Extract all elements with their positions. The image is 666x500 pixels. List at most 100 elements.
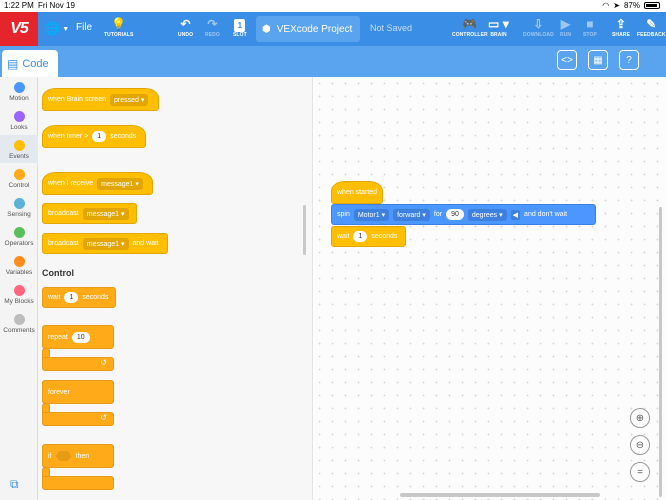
block-wait[interactable]: wait 1 seconds — [42, 287, 116, 308]
block-broadcast-and-wait[interactable]: broadcast message1 and wait — [42, 233, 168, 254]
code-brackets-icon: <> — [561, 54, 573, 66]
category-looks[interactable]: Looks — [0, 111, 38, 131]
category-comments[interactable]: Comments — [0, 314, 38, 334]
control-section-title: Control — [42, 268, 74, 278]
device-info-button[interactable]: ▦ — [588, 50, 608, 70]
download-label: DOWNLOAD — [523, 32, 554, 38]
category-dot-icon — [13, 169, 25, 180]
run-button[interactable]: ▶ RUN — [560, 16, 571, 38]
zoom-reset-button[interactable]: = — [630, 462, 650, 482]
help-button[interactable]: ? — [619, 50, 639, 70]
zoom-out-button[interactable]: ⊖ — [630, 435, 650, 455]
workspace-scrollbar-horizontal[interactable] — [400, 493, 600, 497]
palette-scrollbar[interactable] — [303, 205, 306, 255]
slot-button[interactable]: 1 SLOT — [233, 16, 247, 38]
category-variables[interactable]: Variables — [0, 256, 38, 276]
file-menu[interactable]: File — [76, 22, 92, 33]
tab-code[interactable]: ▤ Code — [2, 50, 58, 77]
block-text: and wait — [132, 240, 159, 247]
category-label: Comments — [3, 327, 35, 334]
message-dropdown[interactable]: message1 — [82, 207, 129, 220]
share-button[interactable]: ⇪ SHARE — [612, 16, 630, 38]
slot-label: SLOT — [233, 32, 247, 38]
category-dot-icon — [13, 82, 25, 93]
unit-dropdown[interactable]: degrees — [467, 208, 507, 221]
category-dot-icon — [13, 111, 25, 122]
wifi-icon: ◠ — [602, 1, 610, 10]
redo-button[interactable]: ↷ REDO — [205, 16, 220, 38]
code-workspace[interactable]: ⊕ ⊖ = — [313, 77, 666, 500]
code-viewer-button[interactable]: <> — [557, 50, 577, 70]
category-sidebar: Motion Looks Events Control Sensing Oper… — [0, 77, 38, 500]
workspace-scrollbar-vertical[interactable] — [659, 207, 662, 497]
battery-percent: 87% — [623, 1, 640, 10]
block-text: for — [433, 211, 443, 218]
block-if-then[interactable]: if then — [42, 444, 114, 468]
block-when-started[interactable]: when started — [331, 181, 383, 204]
message-dropdown[interactable]: message1 — [97, 177, 143, 190]
wait-value-input[interactable]: 1 — [353, 231, 368, 242]
vex-logo: V5 — [0, 12, 38, 46]
repeat-value-input[interactable]: 10 — [71, 331, 90, 343]
category-motion[interactable]: Motion — [0, 82, 38, 102]
redo-icon: ↷ — [207, 17, 218, 31]
status-date: Fri Nov 19 — [38, 1, 75, 10]
category-dot-icon — [13, 256, 25, 267]
stop-label: STOP — [583, 32, 597, 38]
loop-arrow-icon: ↺ — [100, 358, 107, 367]
feedback-button[interactable]: ✎ FEEDBACK — [637, 16, 666, 38]
category-events[interactable]: Events — [0, 135, 38, 163]
zoom-in-button[interactable]: ⊕ — [630, 408, 650, 428]
category-dot-icon — [13, 314, 25, 325]
share-icon: ⇪ — [615, 17, 627, 31]
editor-subbar: ▤ Code <> ▦ ? — [0, 46, 666, 77]
condition-slot[interactable] — [55, 451, 72, 461]
category-dot-icon — [13, 227, 25, 238]
zoom-in-icon: ⊕ — [635, 412, 645, 424]
block-when-brain-screen[interactable]: when Brain screen pressed — [42, 88, 159, 111]
wait-value-input[interactable]: 1 — [64, 292, 79, 303]
wait-toggle-icon[interactable]: ◀ — [510, 209, 521, 220]
run-label: RUN — [560, 32, 572, 38]
timer-value-input[interactable]: 1 — [92, 131, 107, 142]
motor-dropdown[interactable]: Motor1 — [353, 208, 390, 221]
category-sensing[interactable]: Sensing — [0, 198, 38, 218]
brain-button[interactable]: ▭ ▾ BRAIN — [488, 16, 509, 38]
extensions-button[interactable]: ⧉ — [10, 477, 19, 492]
help-icon: ? — [626, 54, 632, 66]
block-text: when started — [337, 189, 378, 196]
download-button[interactable]: ⇩ DOWNLOAD — [523, 16, 554, 38]
pressed-dropdown[interactable]: pressed — [109, 93, 149, 106]
stop-button[interactable]: ■ STOP — [583, 16, 597, 38]
block-repeat[interactable]: repeat 10 — [42, 325, 114, 349]
language-button[interactable]: 🌐 ▼ — [44, 20, 69, 38]
block-when-timer[interactable]: when timer > 1 seconds — [42, 125, 146, 148]
undo-button[interactable]: ↶ UNDO — [178, 16, 193, 38]
block-forever[interactable]: forever — [42, 380, 114, 404]
brain-icon: ▭ ▾ — [488, 17, 509, 31]
amount-input[interactable]: 90 — [446, 209, 464, 220]
direction-dropdown[interactable]: forward — [393, 208, 430, 221]
tutorials-button[interactable]: 💡 TUTORIALS — [104, 16, 133, 38]
block-broadcast[interactable]: broadcast message1 — [42, 203, 137, 224]
block-wait-seconds[interactable]: wait 1 seconds — [331, 226, 406, 247]
block-text: when I receive — [48, 180, 94, 187]
category-dot-icon — [13, 198, 25, 209]
category-control[interactable]: Control — [0, 169, 38, 189]
category-label: My Blocks — [4, 298, 34, 305]
block-when-i-receive[interactable]: when I receive message1 — [42, 172, 153, 195]
save-status: Not Saved — [370, 23, 413, 33]
controller-icon: 🎮 — [462, 17, 478, 31]
category-operators[interactable]: Operators — [0, 227, 38, 247]
status-right: ◠ ➤ 87% — [602, 1, 660, 10]
category-my-blocks[interactable]: My Blocks — [0, 285, 38, 305]
controller-button[interactable]: 🎮 CONTROLLER — [452, 16, 488, 38]
code-tab-label: Code — [22, 57, 49, 70]
message-dropdown[interactable]: message1 — [82, 237, 129, 250]
block-text: broadcast — [48, 210, 79, 217]
block-spin-motor[interactable]: spin Motor1 forward for 90 degrees ◀ and… — [331, 204, 596, 225]
project-name-field[interactable]: ⬢ VEXcode Project — [256, 16, 360, 42]
repeat-foot: ↺ — [42, 357, 114, 371]
top-toolbar: V5 🌐 ▼ File 💡 TUTORIALS ↶ UNDO ↷ REDO 1 … — [0, 12, 666, 46]
category-dot-icon — [13, 285, 25, 296]
